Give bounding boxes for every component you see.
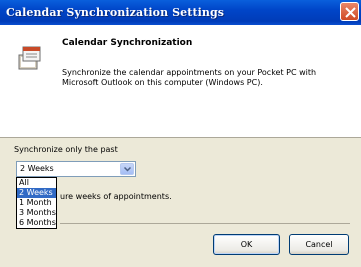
button-divider xyxy=(60,223,350,224)
sync-period-value: 2 Weeks xyxy=(20,164,54,173)
header-description: Synchronize the calendar appointments on… xyxy=(62,68,317,87)
cancel-button[interactable]: Cancel xyxy=(289,234,349,255)
close-button[interactable] xyxy=(340,2,359,21)
chevron-down-icon xyxy=(124,167,131,172)
option-3-months[interactable]: 3 Months xyxy=(17,208,56,218)
future-weeks-text: ure weeks of appointments. xyxy=(60,192,172,201)
header-title: Calendar Synchronization xyxy=(62,38,193,48)
header-divider xyxy=(0,137,361,138)
calendar-sync-icon xyxy=(18,46,41,70)
ok-button[interactable]: OK xyxy=(213,234,280,255)
title-bar[interactable]: Calendar Synchronization Settings xyxy=(0,0,361,25)
window-title: Calendar Synchronization Settings xyxy=(6,6,225,19)
sync-period-label: Synchronize only the past xyxy=(14,145,118,154)
option-2-weeks[interactable]: 2 Weeks xyxy=(17,188,56,198)
sync-period-dropdown[interactable]: 2 Weeks xyxy=(16,161,136,177)
option-6-months[interactable]: 6 Months xyxy=(17,218,56,228)
sync-period-options-list[interactable]: All 2 Weeks 1 Month 3 Months 6 Months xyxy=(16,177,57,229)
option-all[interactable]: All xyxy=(17,178,56,188)
dropdown-arrow-button[interactable] xyxy=(120,163,134,175)
option-1-month[interactable]: 1 Month xyxy=(17,198,56,208)
close-icon xyxy=(345,7,356,18)
